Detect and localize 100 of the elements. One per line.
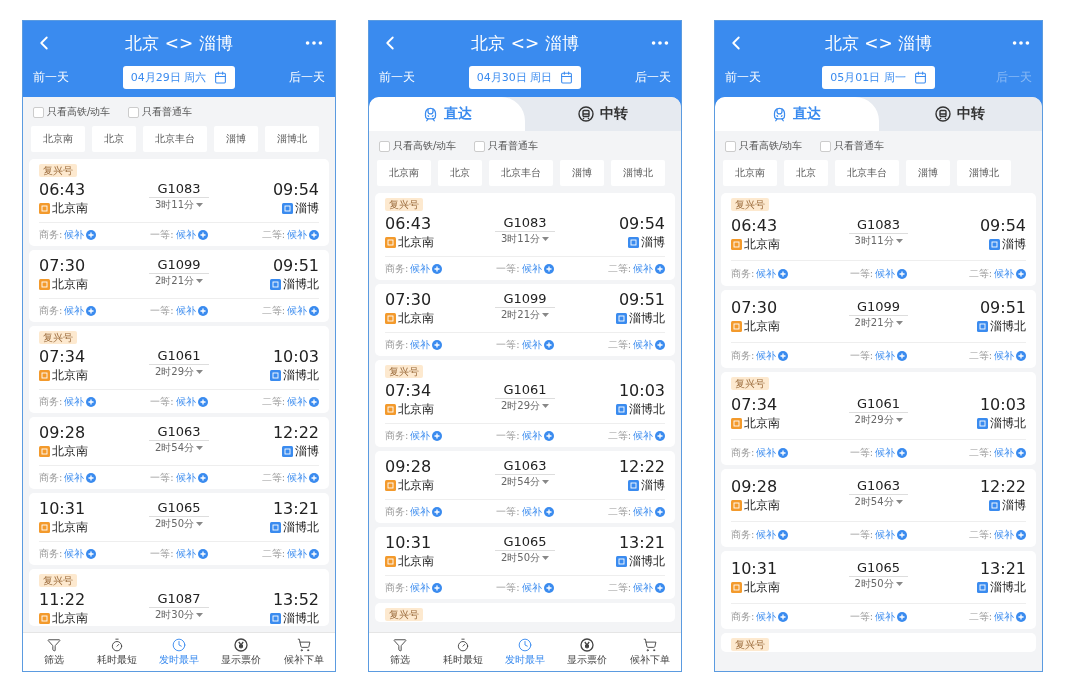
nav-item[interactable]: 候补下单: [618, 633, 681, 671]
add-icon[interactable]: [309, 472, 319, 483]
next-day-button[interactable]: 后一天: [635, 68, 671, 86]
waitlist-link[interactable]: 候补: [633, 505, 653, 518]
add-icon[interactable]: [86, 548, 97, 559]
waitlist-link[interactable]: 候补: [287, 228, 307, 241]
waitlist-link[interactable]: 候补: [410, 581, 431, 594]
add-icon[interactable]: [543, 339, 554, 350]
date-picker[interactable]: 04月29日 周六: [122, 65, 236, 89]
add-icon[interactable]: [543, 430, 554, 441]
caret-icon[interactable]: [895, 581, 903, 587]
caret-icon[interactable]: [196, 369, 204, 375]
add-icon[interactable]: [86, 472, 97, 483]
waitlist-link[interactable]: 候补: [287, 471, 307, 484]
add-icon[interactable]: [1016, 529, 1026, 540]
waitlist-link[interactable]: 候补: [633, 338, 653, 351]
waitlist-link[interactable]: 候补: [64, 547, 85, 560]
nav-item[interactable]: 筛选: [369, 633, 432, 671]
add-icon[interactable]: [897, 350, 908, 361]
add-icon[interactable]: [309, 548, 319, 559]
waitlist-link[interactable]: 候补: [994, 528, 1014, 541]
station-chip[interactable]: 北京南: [31, 126, 85, 152]
waitlist-link[interactable]: 候补: [521, 429, 542, 442]
caret-icon[interactable]: [895, 499, 903, 505]
waitlist-link[interactable]: 候补: [410, 505, 431, 518]
waitlist-link[interactable]: 候补: [175, 228, 196, 241]
next-day-button[interactable]: 后一天: [289, 68, 325, 86]
waitlist-link[interactable]: 候补: [64, 228, 85, 241]
waitlist-link[interactable]: 候补: [287, 395, 307, 408]
add-icon[interactable]: [778, 611, 789, 622]
nav-item[interactable]: 发时最早: [147, 633, 211, 671]
waitlist-link[interactable]: 候补: [875, 267, 896, 280]
add-icon[interactable]: [1016, 447, 1026, 458]
prev-day-button[interactable]: 前一天: [379, 68, 415, 86]
caret-icon[interactable]: [196, 521, 204, 527]
add-icon[interactable]: [432, 506, 443, 517]
station-chip[interactable]: 北京南: [723, 160, 777, 186]
waitlist-link[interactable]: 候补: [875, 349, 896, 362]
add-icon[interactable]: [655, 430, 665, 441]
add-icon[interactable]: [309, 229, 319, 240]
checkbox[interactable]: [128, 106, 140, 118]
add-icon[interactable]: [309, 396, 319, 407]
waitlist-link[interactable]: 候补: [875, 446, 896, 459]
waitlist-link[interactable]: 候补: [756, 349, 777, 362]
station-chip[interactable]: 淄博: [560, 160, 604, 186]
nav-item[interactable]: 筛选: [23, 633, 86, 671]
waitlist-link[interactable]: 候补: [521, 581, 542, 594]
add-icon[interactable]: [897, 529, 908, 540]
waitlist-link[interactable]: 候补: [410, 429, 431, 442]
caret-icon[interactable]: [196, 202, 204, 208]
waitlist-link[interactable]: 候补: [175, 547, 196, 560]
add-icon[interactable]: [432, 582, 443, 593]
nav-item[interactable]: 发时最早: [493, 633, 557, 671]
nav-item[interactable]: 候补下单: [272, 633, 335, 671]
add-icon[interactable]: [197, 472, 208, 483]
add-icon[interactable]: [432, 430, 443, 441]
waitlist-link[interactable]: 候补: [994, 349, 1014, 362]
waitlist-link[interactable]: 候补: [410, 262, 431, 275]
add-icon[interactable]: [655, 506, 665, 517]
add-icon[interactable]: [655, 339, 665, 350]
waitlist-link[interactable]: 候补: [521, 262, 542, 275]
waitlist-link[interactable]: 候补: [994, 267, 1014, 280]
station-chip[interactable]: 北京丰台: [143, 126, 207, 152]
waitlist-link[interactable]: 候补: [64, 395, 85, 408]
add-icon[interactable]: [897, 447, 908, 458]
nav-item[interactable]: 耗时最短: [85, 633, 148, 671]
add-icon[interactable]: [543, 263, 554, 274]
add-icon[interactable]: [655, 582, 665, 593]
add-icon[interactable]: [1016, 268, 1026, 279]
add-icon[interactable]: [197, 548, 208, 559]
add-icon[interactable]: [86, 305, 97, 316]
station-chip[interactable]: 北京丰台: [835, 160, 899, 186]
caret-icon[interactable]: [196, 445, 204, 451]
caret-icon[interactable]: [196, 278, 204, 284]
checkbox[interactable]: [725, 140, 736, 152]
station-chip[interactable]: 北京: [92, 126, 136, 152]
checkbox[interactable]: [379, 140, 390, 152]
date-picker[interactable]: 04月30日 周日: [468, 65, 582, 89]
add-icon[interactable]: [655, 263, 665, 274]
add-icon[interactable]: [86, 396, 97, 407]
caret-icon[interactable]: [542, 479, 550, 485]
waitlist-link[interactable]: 候补: [175, 395, 196, 408]
waitlist-link[interactable]: 候补: [756, 446, 777, 459]
add-icon[interactable]: [86, 229, 97, 240]
waitlist-link[interactable]: 候补: [521, 505, 542, 518]
add-icon[interactable]: [1016, 350, 1026, 361]
station-chip[interactable]: 北京: [438, 160, 482, 186]
caret-icon[interactable]: [542, 236, 550, 242]
station-chip[interactable]: 淄博: [906, 160, 950, 186]
waitlist-link[interactable]: 候补: [410, 338, 431, 351]
add-icon[interactable]: [778, 268, 789, 279]
waitlist-link[interactable]: 候补: [633, 429, 653, 442]
waitlist-link[interactable]: 候补: [633, 581, 653, 594]
checkbox[interactable]: [820, 140, 832, 152]
caret-icon[interactable]: [895, 238, 903, 244]
prev-day-button[interactable]: 前一天: [33, 68, 69, 86]
waitlist-link[interactable]: 候补: [287, 547, 307, 560]
add-icon[interactable]: [432, 339, 443, 350]
waitlist-link[interactable]: 候补: [994, 446, 1014, 459]
waitlist-link[interactable]: 候补: [756, 610, 777, 623]
